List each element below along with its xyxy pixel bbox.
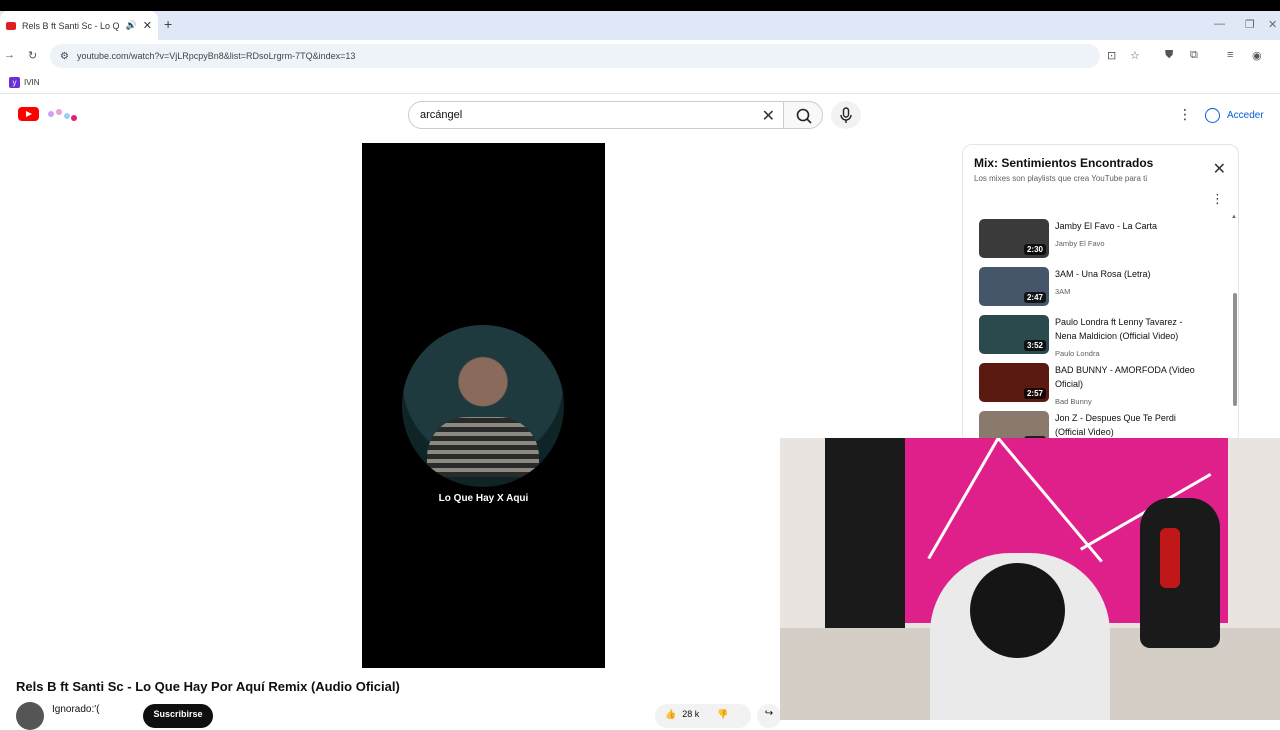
shield-icon[interactable]: ⛊ [1165, 49, 1173, 62]
scroll-up-icon[interactable]: ▲ [1231, 214, 1237, 220]
playlist-items: 2:30 Jamby El Favo - La Carta Jamby El Fav… [979, 213, 1229, 443]
playlist-item[interactable]: 2:30 Jamby El Favo - La Carta Jamby El Fav… [979, 213, 1229, 261]
playlist-item-title[interactable]: Jamby El Favo - La Carta [1055, 219, 1205, 233]
streamer-head [970, 563, 1065, 658]
search-icon [796, 108, 812, 124]
restore-icon[interactable]: ❐ [1245, 18, 1255, 31]
search-input[interactable]: arcángel ✕ [408, 101, 784, 129]
playlist-item-title[interactable]: Paulo Londra ft Lenny Tavarez - Nena Mal… [1055, 315, 1205, 343]
dislike-icon[interactable]: 👎 [717, 709, 728, 720]
sign-in-label: Acceder [1227, 109, 1264, 121]
youtube-favicon-icon [6, 21, 16, 30]
webcam-overlay [780, 438, 1280, 720]
duration-badge: 2:30 [1023, 244, 1046, 255]
browser-tab[interactable]: Rels B ft Santi Sc - Lo Que H 🔊 ✕ [0, 11, 158, 40]
install-app-icon[interactable]: ⊡ [1107, 49, 1116, 62]
media-controls-icon[interactable]: ≡ [1227, 49, 1233, 61]
close-window-icon[interactable]: ✕ [1268, 18, 1277, 31]
playlist-thumbnail[interactable]: 2:57 [979, 363, 1049, 402]
like-count[interactable]: 28 k [682, 709, 699, 719]
playlist-item[interactable]: 2:57 BAD BUNNY - AMORFODA (Video Oficial)… [979, 357, 1229, 406]
tab-title: Rels B ft Santi Sc - Lo Que H [22, 20, 120, 31]
playlist-item-channel: Jamby El Favo [1055, 239, 1105, 248]
playlist-scrollbar[interactable] [1233, 293, 1237, 406]
microphone-icon [840, 107, 852, 123]
clear-search-icon[interactable]: ✕ [762, 106, 775, 126]
extensions-icon[interactable]: ⧉ [1190, 49, 1198, 62]
video-player[interactable]: Lo Que Hay X Aqui [362, 143, 605, 668]
video-title: Rels B ft Santi Sc - Lo Que Hay Por Aquí… [16, 679, 400, 694]
playlist-thumbnail[interactable]: 3:52 [979, 315, 1049, 354]
doodle-icon[interactable] [45, 106, 79, 124]
voice-search-button[interactable] [831, 101, 861, 129]
minimize-icon[interactable]: — [1214, 18, 1225, 30]
playlist-thumbnail[interactable]: 2:30 [979, 219, 1049, 258]
profile-icon[interactable]: ◉ [1252, 49, 1262, 62]
playlist-panel: Mix: Sentimientos Encontrados Los mixes … [962, 144, 1239, 444]
channel-avatar[interactable] [16, 702, 44, 730]
close-playlist-icon[interactable]: ✕ [1213, 159, 1226, 179]
bookmark-item[interactable]: IVIN [24, 78, 40, 87]
account-icon [1205, 107, 1220, 123]
playlist-item-title[interactable]: 3AM - Una Rosa (Letra) [1055, 267, 1205, 281]
url-text: youtube.com/watch?v=VjLRpcpyBn8&list=RDs… [76, 51, 356, 61]
channel-name[interactable]: Ignorado:'( [52, 704, 100, 715]
bookmark-star-icon[interactable]: ☆ [1130, 49, 1140, 62]
duration-badge: 3:52 [1023, 340, 1046, 351]
search-button[interactable] [783, 101, 823, 129]
gaming-chair-accent [1160, 528, 1180, 588]
search-query: arcángel [420, 109, 463, 121]
close-tab-icon[interactable]: ✕ [143, 19, 152, 32]
youtube-logo-icon[interactable] [18, 107, 39, 121]
address-bar-row: → ↻ ⚙ youtube.com/watch?v=VjLRpcpyBn8&li… [0, 40, 1280, 72]
playlist-item[interactable]: 2:47 3AM - Una Rosa (Letra) 3AM [979, 261, 1229, 309]
playlist-item-channel: 3AM [1055, 287, 1071, 296]
gaming-chair [1140, 498, 1220, 648]
duration-badge: 2:57 [1023, 388, 1046, 399]
playlist-title: Mix: Sentimientos Encontrados [974, 156, 1154, 170]
address-bar[interactable]: ⚙ youtube.com/watch?v=VjLRpcpyBn8&list=R… [50, 44, 1100, 68]
site-info-icon[interactable]: ⚙ [60, 51, 69, 62]
tab-strip: Rels B ft Santi Sc - Lo Que H 🔊 ✕ + — ❐ … [0, 11, 1280, 40]
yahoo-icon: y [9, 77, 20, 88]
reload-icon[interactable]: ↻ [28, 49, 37, 62]
video-frame-image [402, 325, 564, 487]
forward-icon[interactable]: → [4, 49, 15, 61]
screen-top-bar [0, 0, 1280, 11]
playlist-item-title[interactable]: Jon Z - Despues Que Te Perdi (Official V… [1055, 411, 1205, 439]
new-tab-icon[interactable]: + [164, 16, 172, 32]
playlist-item-title[interactable]: BAD BUNNY - AMORFODA (Video Oficial) [1055, 363, 1205, 391]
duration-badge: 2:47 [1023, 292, 1046, 303]
playlist-menu-icon[interactable]: ⋮ [1211, 191, 1224, 207]
like-dislike-group: 👍 28 k 👎 [655, 704, 751, 728]
sign-in-button[interactable]: Acceder [1205, 102, 1264, 128]
playlist-subtitle: Los mixes son playlists que crea YouTube… [974, 174, 1148, 183]
subscribe-button[interactable]: Suscribirse [143, 704, 213, 728]
settings-menu-icon[interactable]: ⋮ [1178, 106, 1192, 123]
speaker-icon[interactable]: 🔊 [126, 20, 137, 31]
bookmarks-bar: y IVIN [0, 72, 1280, 94]
playlist-item[interactable]: 3:52 Paulo Londra ft Lenny Tavarez - Nena… [979, 309, 1229, 358]
share-icon[interactable]: ↪ [757, 704, 781, 728]
like-icon[interactable]: 👍 [665, 709, 676, 720]
video-overlay-text: Lo Que Hay X Aqui [438, 493, 529, 504]
playlist-thumbnail[interactable]: 2:47 [979, 267, 1049, 306]
